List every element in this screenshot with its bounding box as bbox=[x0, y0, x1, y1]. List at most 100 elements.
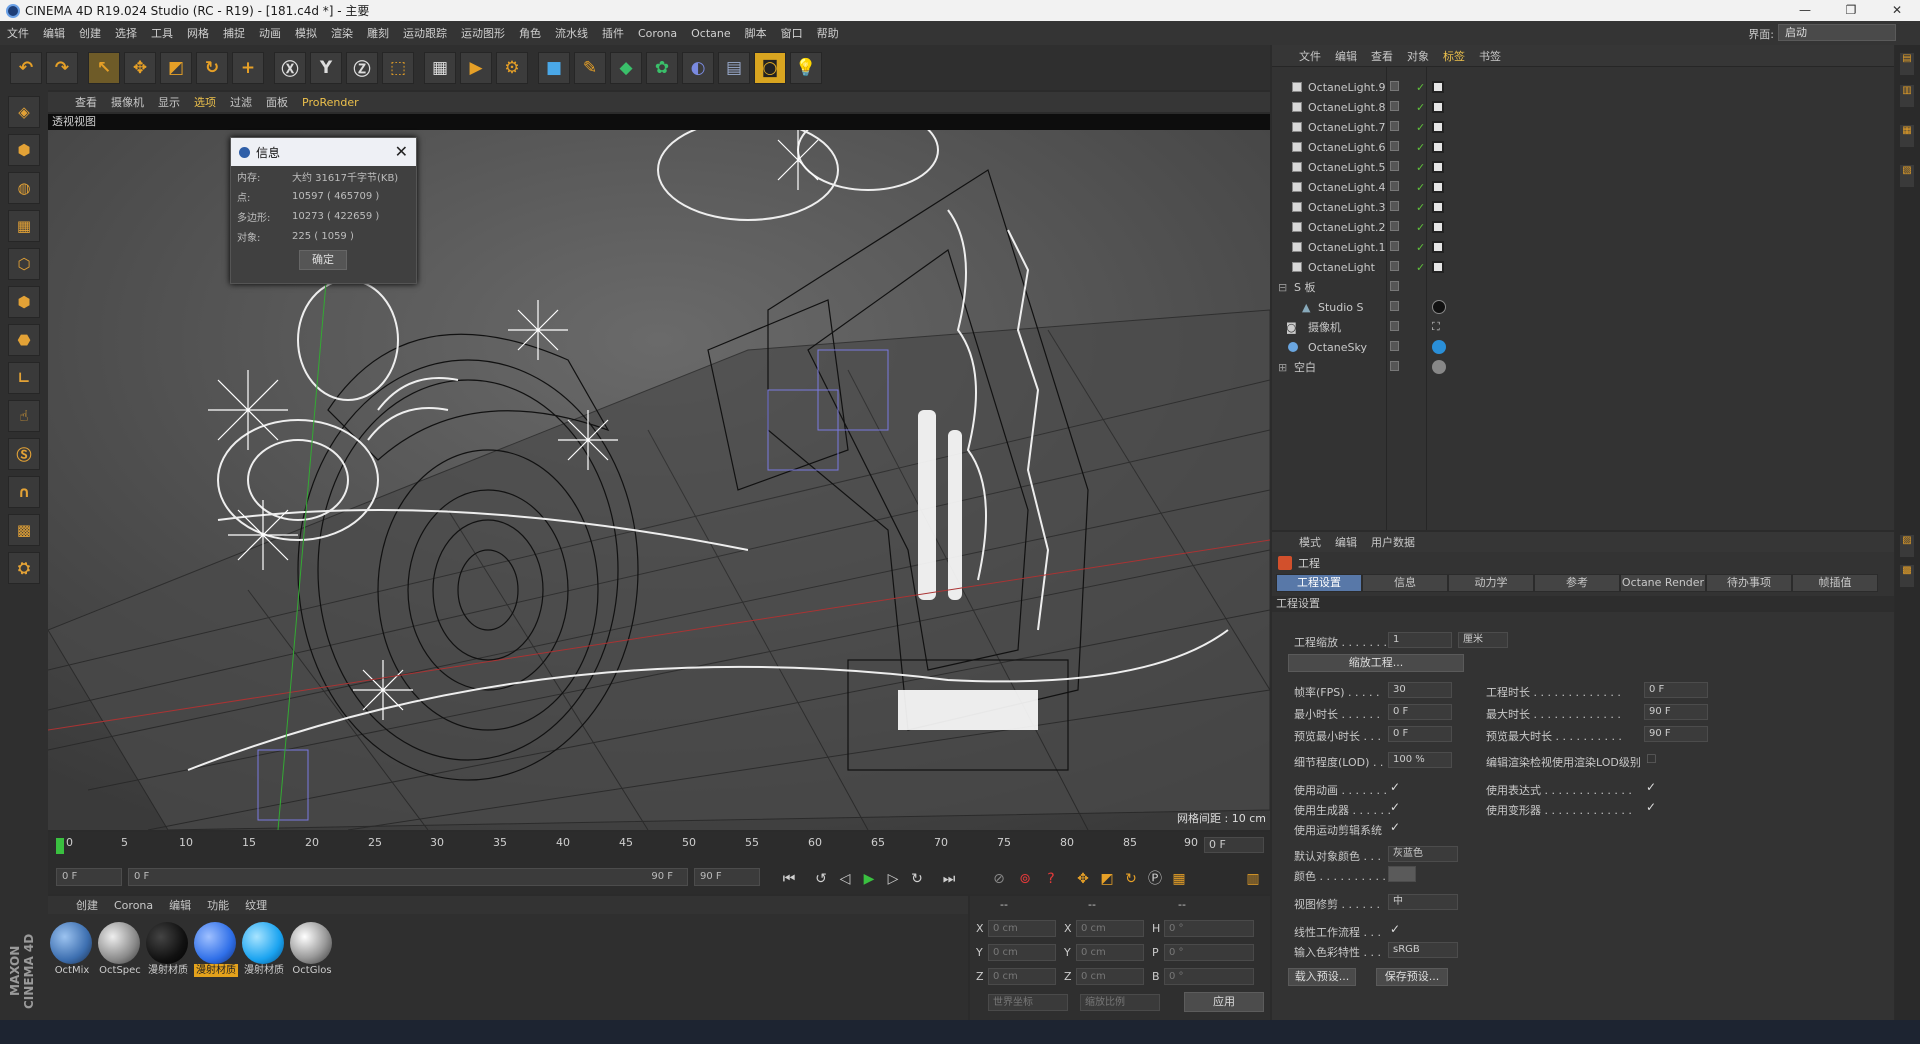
octane-light-tag-icon[interactable] bbox=[1432, 81, 1444, 93]
material-item[interactable]: OctSpec bbox=[98, 922, 142, 977]
cube-icon[interactable]: ■ bbox=[538, 51, 570, 84]
size-z-field[interactable]: 0 cm bbox=[1076, 968, 1144, 985]
go-to-end-icon[interactable]: ⏭ bbox=[938, 868, 960, 890]
apply-button[interactable]: 应用 bbox=[1184, 992, 1264, 1012]
mat-menu-texture[interactable]: 纹理 bbox=[237, 897, 275, 913]
color-swatch[interactable] bbox=[1388, 866, 1416, 882]
previous-key-icon[interactable]: ↺ bbox=[810, 868, 832, 890]
object-row[interactable]: OctaneLight.8 ✓ bbox=[1272, 97, 1894, 117]
size-y-field[interactable]: 0 cm bbox=[1076, 944, 1144, 961]
z-axis-icon[interactable]: Ⓩ bbox=[346, 51, 378, 84]
use-motion-system-checkbox[interactable]: ✓ bbox=[1390, 820, 1400, 834]
vp-menu-panel[interactable]: 面板 bbox=[259, 94, 295, 110]
tab-todo[interactable]: 待办事项 bbox=[1706, 574, 1792, 592]
side-tab-attributes[interactable]: ▨ bbox=[1900, 535, 1914, 557]
key-rotation-icon[interactable]: ↻ bbox=[1120, 868, 1142, 890]
octane-light-tag-icon[interactable] bbox=[1432, 121, 1444, 133]
om-menu-file[interactable]: 文件 bbox=[1292, 48, 1328, 64]
keyframe-selection-icon[interactable]: ⊘ bbox=[988, 868, 1010, 890]
y-axis-icon[interactable]: Y bbox=[310, 51, 342, 84]
scale-icon[interactable]: ◩ bbox=[160, 51, 192, 84]
subdivision-icon[interactable]: ◆ bbox=[610, 51, 642, 84]
render-lod-checkbox[interactable]: ☐ bbox=[1646, 752, 1657, 766]
rot-h-field[interactable]: 0 ° bbox=[1164, 920, 1254, 937]
linear-workflow-checkbox[interactable]: ✓ bbox=[1390, 922, 1400, 936]
tab-dynamics[interactable]: 动力学 bbox=[1448, 574, 1534, 592]
side-tab-structure[interactable]: ▧ bbox=[1900, 165, 1914, 187]
scale-mode-select[interactable]: 缩放比例 bbox=[1080, 994, 1160, 1011]
vp-menu-filter[interactable]: 过滤 bbox=[223, 94, 259, 110]
object-row[interactable]: OctaneLight ✓ bbox=[1272, 257, 1894, 277]
pen-spline-icon[interactable]: ✎ bbox=[574, 51, 606, 84]
min-time-field[interactable]: 0 F bbox=[1388, 704, 1452, 720]
object-row[interactable]: OctaneLight.5 ✓ bbox=[1272, 157, 1894, 177]
om-menu-tags[interactable]: 标签 bbox=[1436, 48, 1472, 64]
octane-light-tag-icon[interactable] bbox=[1432, 181, 1444, 193]
polygons-mode-icon[interactable]: ⬣ bbox=[8, 324, 40, 356]
next-key-icon[interactable]: ↻ bbox=[906, 868, 928, 890]
previous-frame-icon[interactable]: ◁ bbox=[834, 868, 856, 890]
pos-y-field[interactable]: 0 cm bbox=[988, 944, 1056, 961]
material-item[interactable]: OctGlos bbox=[290, 922, 334, 977]
side-tab-objects[interactable]: ▤ bbox=[1900, 53, 1914, 75]
floor-icon[interactable]: ▤ bbox=[718, 51, 750, 84]
close-button[interactable]: ✕ bbox=[1874, 0, 1920, 21]
load-preset-button[interactable]: 载入预设... bbox=[1288, 968, 1356, 986]
object-row[interactable]: ⊞ 空白 bbox=[1272, 357, 1894, 377]
material-tag-icon[interactable] bbox=[1432, 300, 1446, 314]
at-menu-userdata[interactable]: 用户数据 bbox=[1364, 534, 1422, 550]
next-frame-icon[interactable]: ▷ bbox=[882, 868, 904, 890]
recent-tool-icon[interactable]: + bbox=[232, 51, 264, 84]
object-row[interactable]: ◙ 摄像机 ⛶ bbox=[1272, 317, 1894, 337]
menu-edit[interactable]: 编辑 bbox=[36, 25, 72, 41]
environment-tag-icon[interactable] bbox=[1432, 340, 1446, 354]
camera-tag-icon[interactable]: ⛶ bbox=[1432, 320, 1440, 334]
default-color-select[interactable]: 灰蓝色 bbox=[1388, 846, 1458, 862]
object-row[interactable]: ▲ Studio S bbox=[1272, 297, 1894, 317]
menu-create[interactable]: 创建 bbox=[72, 25, 108, 41]
om-menu-objects[interactable]: 对象 bbox=[1400, 48, 1436, 64]
octane-light-tag-icon[interactable] bbox=[1432, 161, 1444, 173]
max-time-field[interactable]: 90 F bbox=[1644, 704, 1708, 720]
menu-simulate[interactable]: 模拟 bbox=[288, 25, 324, 41]
planar-workplane-icon[interactable]: ⛭ bbox=[8, 552, 40, 584]
current-frame-field[interactable]: 0 F bbox=[1204, 837, 1264, 853]
scale-project-button[interactable]: 缩放工程... bbox=[1288, 654, 1464, 672]
octane-light-tag-icon[interactable] bbox=[1432, 221, 1444, 233]
octane-light-tag-icon[interactable] bbox=[1432, 201, 1444, 213]
tweak-icon[interactable]: ☝ bbox=[8, 400, 40, 432]
minimize-button[interactable]: — bbox=[1782, 0, 1828, 21]
magnet-icon[interactable]: ∩ bbox=[8, 476, 40, 508]
timeline-ruler[interactable]: 0 5 10 15 20 25 30 35 40 45 50 55 60 65 … bbox=[48, 832, 1270, 860]
side-tab-layers[interactable]: ▦ bbox=[1900, 125, 1914, 147]
tab-info[interactable]: 信息 bbox=[1362, 574, 1448, 592]
render-to-picture-viewer-icon[interactable]: ▶ bbox=[460, 51, 492, 84]
points-mode-icon[interactable]: ⬡ bbox=[8, 248, 40, 280]
object-row[interactable]: OctaneLight.2 ✓ bbox=[1272, 217, 1894, 237]
camera-icon[interactable]: ◙ bbox=[754, 51, 786, 84]
key-parameter-icon[interactable]: Ⓟ bbox=[1144, 868, 1166, 890]
mat-menu-edit[interactable]: 编辑 bbox=[161, 897, 199, 913]
current-frame-marker[interactable] bbox=[56, 838, 64, 854]
tab-reference[interactable]: 参考 bbox=[1534, 574, 1620, 592]
use-generators-checkbox[interactable]: ✓ bbox=[1390, 800, 1400, 814]
coordinate-system-icon[interactable]: ⬚ bbox=[382, 51, 414, 84]
om-menu-edit[interactable]: 编辑 bbox=[1328, 48, 1364, 64]
menu-window[interactable]: 窗口 bbox=[774, 25, 810, 41]
menu-pipeline[interactable]: 流水线 bbox=[548, 25, 595, 41]
at-menu-mode[interactable]: 模式 bbox=[1292, 534, 1328, 550]
vp-menu-display[interactable]: 显示 bbox=[151, 94, 187, 110]
ok-button[interactable]: 确定 bbox=[299, 250, 347, 270]
model-mode-icon[interactable]: ⬢ bbox=[8, 134, 40, 166]
menu-file[interactable]: 文件 bbox=[0, 25, 36, 41]
menu-select[interactable]: 选择 bbox=[108, 25, 144, 41]
collapse-icon[interactable]: ⊟ bbox=[1278, 281, 1287, 294]
octane-light-tag-icon[interactable] bbox=[1432, 241, 1444, 253]
input-color-profile-select[interactable]: sRGB bbox=[1388, 942, 1458, 958]
material-item[interactable]: 漫射材质 bbox=[242, 922, 286, 977]
menu-animate[interactable]: 动画 bbox=[252, 25, 288, 41]
edges-mode-icon[interactable]: ⬢ bbox=[8, 286, 40, 318]
axis-icon[interactable]: ∟ bbox=[8, 362, 40, 394]
use-deformers-checkbox[interactable]: ✓ bbox=[1646, 800, 1656, 814]
save-preset-button[interactable]: 保存预设... bbox=[1376, 968, 1448, 986]
